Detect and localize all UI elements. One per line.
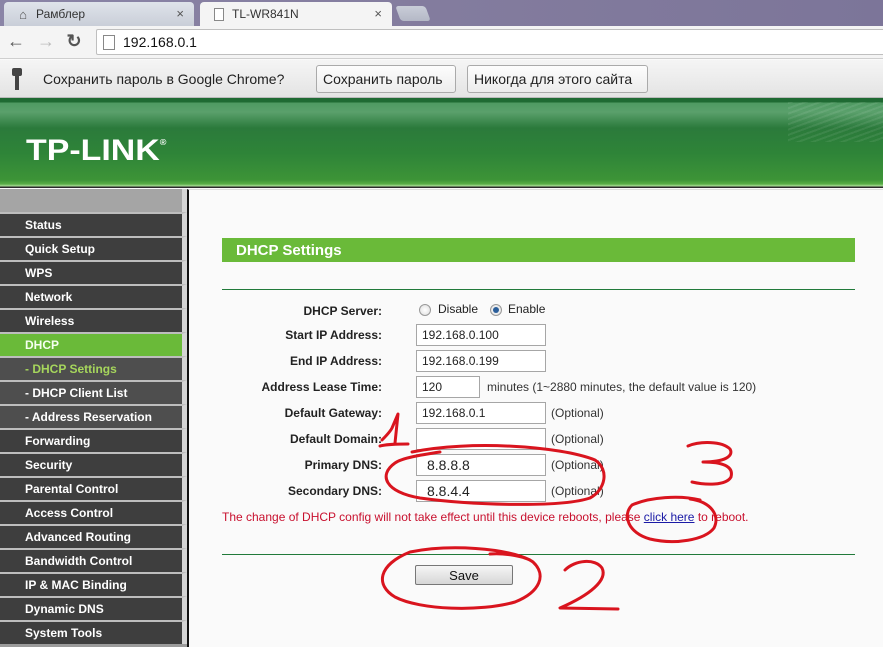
save-password-button[interactable]: Сохранить пароль: [316, 65, 456, 93]
sidebar-item-forwarding[interactable]: Forwarding: [0, 428, 187, 452]
domain-row: Default Domain: (Optional): [222, 428, 855, 450]
forward-arrow-icon[interactable]: →: [36, 31, 56, 52]
sidebar-item-quick-setup[interactable]: Quick Setup: [0, 236, 187, 260]
address-bar[interactable]: 192.168.0.1: [96, 29, 883, 55]
sidebar-item-security[interactable]: Security: [0, 452, 187, 476]
secondary-dns-row: Secondary DNS: 8.8.4.4 (Optional): [222, 480, 855, 502]
browser-tab-strip: ⌂ Рамблер × TL-WR841N ×: [0, 0, 883, 26]
new-tab-button[interactable]: [395, 6, 431, 21]
lease-time-row: Address Lease Time: 120 minutes (1~2880 …: [222, 376, 855, 398]
tab-rambler[interactable]: ⌂ Рамблер ×: [4, 2, 194, 26]
start-ip-row: Start IP Address: 192.168.0.100: [222, 324, 855, 346]
domain-label: Default Domain:: [289, 432, 382, 446]
enable-label: Enable: [508, 302, 546, 316]
domain-input[interactable]: [416, 428, 546, 450]
end-ip-row: End IP Address: 192.168.0.199: [222, 350, 855, 372]
main-content: DHCP Settings DHCP Server: Disable Enabl…: [187, 189, 883, 647]
reboot-warning: The change of DHCP config will not take …: [222, 510, 749, 524]
tab-title: Рамблер: [36, 7, 86, 21]
sidebar-item-access-control[interactable]: Access Control: [0, 500, 187, 524]
url-text: 192.168.0.1: [123, 34, 197, 50]
reload-icon[interactable]: ↻: [64, 31, 84, 52]
password-prompt: Сохранить пароль в Google Chrome?: [43, 71, 285, 87]
end-ip-input[interactable]: 192.168.0.199: [416, 350, 546, 372]
sidebar-item-dynamic-dns[interactable]: Dynamic DNS: [0, 596, 187, 620]
lease-time-note: minutes (1~2880 minutes, the default val…: [487, 380, 757, 394]
sidebar-menu: Status Quick Setup WPS Network Wireless …: [0, 189, 187, 647]
sidebar-item-parental-control[interactable]: Parental Control: [0, 476, 187, 500]
primary-dns-row: Primary DNS: 8.8.8.8 (Optional): [222, 454, 855, 476]
secondary-dns-label: Secondary DNS:: [287, 484, 382, 498]
page-icon: [212, 7, 226, 21]
save-button[interactable]: Save: [415, 565, 513, 585]
start-ip-input[interactable]: 192.168.0.100: [416, 324, 546, 346]
gateway-label: Default Gateway:: [284, 406, 382, 420]
gateway-input[interactable]: 192.168.0.1: [416, 402, 546, 424]
secondary-dns-input[interactable]: 8.8.4.4: [416, 480, 546, 502]
start-ip-label: Start IP Address:: [285, 328, 382, 342]
tab-tl-wr841n[interactable]: TL-WR841N ×: [200, 2, 392, 26]
enable-radio[interactable]: [490, 304, 502, 316]
disable-radio[interactable]: [419, 304, 431, 316]
reboot-link[interactable]: click here: [644, 510, 695, 524]
gateway-optional-note: (Optional): [551, 406, 604, 420]
sidebar-item-ip-mac-binding[interactable]: IP & MAC Binding: [0, 572, 187, 596]
tp-link-banner: TP-LINK®: [0, 98, 883, 188]
sidebar-item-system-tools[interactable]: System Tools: [0, 620, 187, 644]
secondary-dns-optional-note: (Optional): [551, 484, 604, 498]
sidebar-item-dhcp[interactable]: DHCP: [0, 332, 187, 356]
disable-label: Disable: [438, 302, 479, 316]
sidebar-item-network[interactable]: Network: [0, 284, 187, 308]
key-icon: [12, 68, 22, 90]
sidebar-item-wireless[interactable]: Wireless: [0, 308, 187, 332]
page-icon: [103, 34, 115, 50]
never-for-site-button[interactable]: Никогда для этого сайта: [467, 65, 648, 93]
sidebar-top: [0, 189, 187, 212]
close-icon[interactable]: ×: [374, 6, 382, 21]
browser-toolbar: ← → ↻ 192.168.0.1: [0, 26, 883, 59]
dhcp-server-row: DHCP Server: Disable Enable: [222, 300, 855, 322]
tab-title: TL-WR841N: [232, 7, 299, 21]
warning-text: The change of DHCP config will not take …: [222, 510, 644, 524]
sidebar-item-dhcp-client-list[interactable]: - DHCP Client List: [0, 380, 187, 404]
dhcp-server-label: DHCP Server:: [303, 304, 382, 318]
sidebar-item-bandwidth-control[interactable]: Bandwidth Control: [0, 548, 187, 572]
lease-time-input[interactable]: 120: [416, 376, 480, 398]
gateway-row: Default Gateway: 192.168.0.1 (Optional): [222, 402, 855, 424]
sidebar-item-advanced-routing[interactable]: Advanced Routing: [0, 524, 187, 548]
primary-dns-input[interactable]: 8.8.8.8: [416, 454, 546, 476]
back-arrow-icon[interactable]: ←: [6, 31, 26, 52]
divider: [222, 554, 855, 555]
sidebar-item-status[interactable]: Status: [0, 212, 187, 236]
sidebar-item-wps[interactable]: WPS: [0, 260, 187, 284]
end-ip-label: End IP Address:: [289, 354, 382, 368]
primary-dns-label: Primary DNS:: [304, 458, 382, 472]
primary-dns-optional-note: (Optional): [551, 458, 604, 472]
sidebar-item-address-reservation[interactable]: - Address Reservation: [0, 404, 187, 428]
warning-text-end: to reboot.: [694, 510, 749, 524]
password-save-infobar: Сохранить пароль в Google Chrome? Сохран…: [0, 60, 883, 98]
tp-link-logo: TP-LINK®: [26, 134, 167, 167]
home-icon: ⌂: [19, 6, 27, 22]
sidebar-item-dhcp-settings[interactable]: - DHCP Settings: [0, 356, 187, 380]
divider: [222, 289, 855, 290]
banner-decoration: [788, 102, 883, 142]
close-icon[interactable]: ×: [176, 6, 184, 21]
page-title: DHCP Settings: [222, 238, 855, 262]
domain-optional-note: (Optional): [551, 432, 604, 446]
lease-time-label: Address Lease Time:: [261, 380, 383, 394]
